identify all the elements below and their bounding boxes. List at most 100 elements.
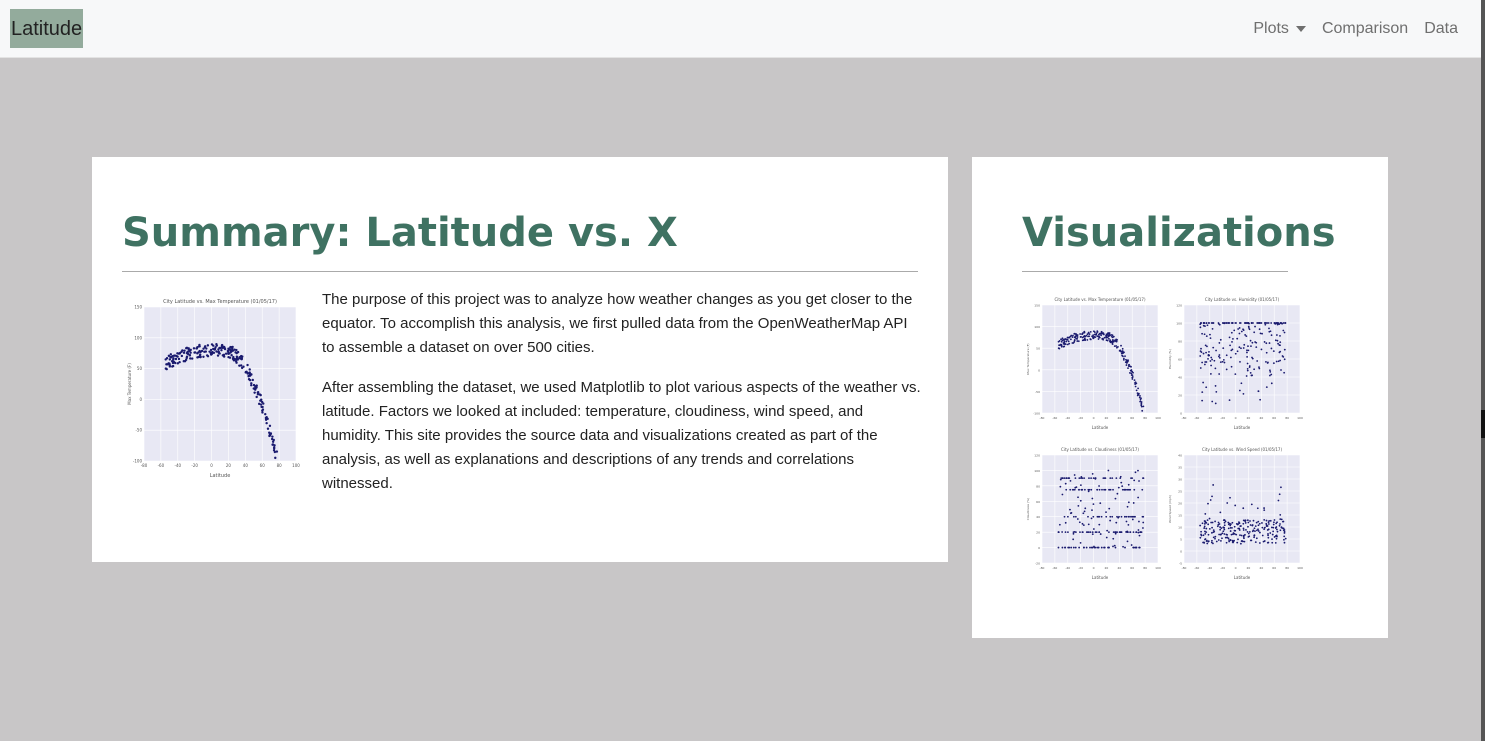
data-point bbox=[1095, 332, 1098, 335]
data-point bbox=[1115, 346, 1118, 349]
data-point bbox=[1283, 358, 1286, 361]
data-point bbox=[1204, 361, 1207, 363]
viz-wind-speed-plot[interactable]: City Latitude vs. Wind Speed (01/05/17) -… bbox=[1166, 441, 1306, 585]
data-point bbox=[1207, 523, 1210, 526]
data-point bbox=[1257, 524, 1260, 527]
data-point bbox=[253, 391, 256, 394]
data-point bbox=[195, 347, 198, 350]
viz-humidity-plot[interactable]: City Latitude vs. Humidity (01/05/17) -80… bbox=[1166, 291, 1306, 435]
data-point bbox=[224, 352, 228, 355]
y-tick-label: 25 bbox=[1178, 490, 1182, 494]
data-point bbox=[1129, 531, 1132, 534]
data-point bbox=[1238, 332, 1241, 335]
scrollbar-thumb[interactable] bbox=[1481, 410, 1485, 438]
data-point bbox=[1229, 539, 1232, 541]
data-point bbox=[1211, 358, 1214, 361]
data-point bbox=[1242, 392, 1245, 395]
data-point bbox=[1234, 352, 1237, 355]
data-point bbox=[1115, 521, 1118, 524]
data-point bbox=[1214, 520, 1216, 523]
data-point bbox=[1072, 538, 1075, 541]
data-point bbox=[262, 402, 265, 405]
data-point bbox=[1236, 337, 1239, 340]
nav-comparison-link[interactable]: Comparison bbox=[1322, 20, 1408, 38]
nav-data-link[interactable]: Data bbox=[1424, 20, 1458, 38]
data-point bbox=[1117, 486, 1120, 489]
x-tick-label: -40 bbox=[1207, 566, 1212, 570]
data-point bbox=[1255, 346, 1258, 349]
plot-area bbox=[1042, 305, 1158, 413]
data-point bbox=[218, 346, 221, 350]
data-point bbox=[1066, 336, 1069, 339]
navbar: Latitude Plots Comparison Data bbox=[0, 0, 1481, 58]
data-point bbox=[1200, 530, 1202, 533]
data-point bbox=[1067, 340, 1070, 343]
data-point bbox=[1075, 333, 1078, 335]
data-point bbox=[1269, 519, 1272, 522]
data-point bbox=[1130, 365, 1132, 368]
data-point bbox=[1065, 488, 1068, 491]
y-tick-label: 60 bbox=[1036, 500, 1040, 504]
data-point bbox=[1093, 333, 1096, 336]
data-point bbox=[1208, 350, 1210, 353]
data-point bbox=[1204, 520, 1207, 523]
viz-temperature-plot[interactable]: City Latitude vs. Max Temperature (01/05… bbox=[1024, 291, 1164, 435]
data-point bbox=[269, 432, 273, 435]
plot-title: City Latitude vs. Humidity (01/05/17) bbox=[1205, 297, 1280, 302]
y-tick-label: -50 bbox=[1035, 390, 1040, 394]
data-point bbox=[1223, 521, 1226, 524]
data-point bbox=[198, 345, 201, 348]
data-point bbox=[1244, 522, 1247, 524]
data-point bbox=[1223, 528, 1226, 531]
data-point bbox=[1212, 542, 1214, 545]
data-point bbox=[1199, 350, 1202, 353]
data-point bbox=[1263, 507, 1265, 509]
data-point bbox=[1127, 367, 1129, 369]
nav-plots-dropdown[interactable]: Plots bbox=[1253, 20, 1306, 38]
data-point bbox=[1203, 522, 1206, 525]
data-point bbox=[1207, 354, 1210, 356]
data-point bbox=[1105, 334, 1107, 337]
data-point bbox=[1105, 511, 1107, 514]
data-point bbox=[1120, 481, 1123, 484]
x-tick-label: -60 bbox=[1194, 566, 1199, 570]
data-point bbox=[1276, 339, 1279, 342]
viz-cloudiness-plot[interactable]: City Latitude vs. Cloudiness (01/05/17) -… bbox=[1024, 441, 1164, 585]
data-point bbox=[1127, 501, 1130, 504]
y-axis-label: Max Temperature (F) bbox=[127, 363, 132, 405]
data-point bbox=[1065, 477, 1068, 480]
data-point bbox=[1134, 471, 1137, 474]
data-point bbox=[1205, 322, 1208, 325]
brand-link[interactable]: Latitude bbox=[10, 9, 84, 48]
data-point bbox=[1132, 531, 1135, 534]
data-point bbox=[261, 405, 264, 409]
y-tick-label: 60 bbox=[1178, 358, 1182, 362]
data-point bbox=[1233, 329, 1236, 332]
data-point bbox=[1098, 531, 1101, 534]
data-point bbox=[1266, 541, 1269, 544]
data-point bbox=[1233, 539, 1235, 542]
data-point bbox=[1081, 522, 1084, 525]
temperature-plot-image[interactable]: City Latitude vs. Max Temperature (01/05… bbox=[126, 293, 302, 483]
data-point bbox=[1104, 488, 1107, 491]
y-tick-label: 0 bbox=[1180, 412, 1182, 416]
y-tick-label: 120 bbox=[1034, 454, 1040, 458]
data-point bbox=[1275, 528, 1278, 531]
data-point bbox=[1237, 328, 1240, 330]
data-point bbox=[1117, 516, 1120, 519]
data-point bbox=[1130, 372, 1133, 375]
data-point bbox=[1248, 366, 1251, 368]
data-point bbox=[1222, 519, 1225, 522]
data-point bbox=[1280, 486, 1282, 489]
x-tick-label: -60 bbox=[1052, 566, 1057, 570]
data-point bbox=[1266, 529, 1269, 531]
x-tick-label: -20 bbox=[1078, 566, 1083, 570]
data-point bbox=[1142, 515, 1145, 518]
data-point bbox=[182, 351, 186, 354]
data-point bbox=[1232, 533, 1234, 536]
data-point bbox=[1137, 392, 1140, 395]
data-point bbox=[1063, 343, 1066, 346]
data-point bbox=[1098, 332, 1101, 335]
data-point bbox=[202, 347, 205, 350]
data-point bbox=[1202, 352, 1205, 355]
